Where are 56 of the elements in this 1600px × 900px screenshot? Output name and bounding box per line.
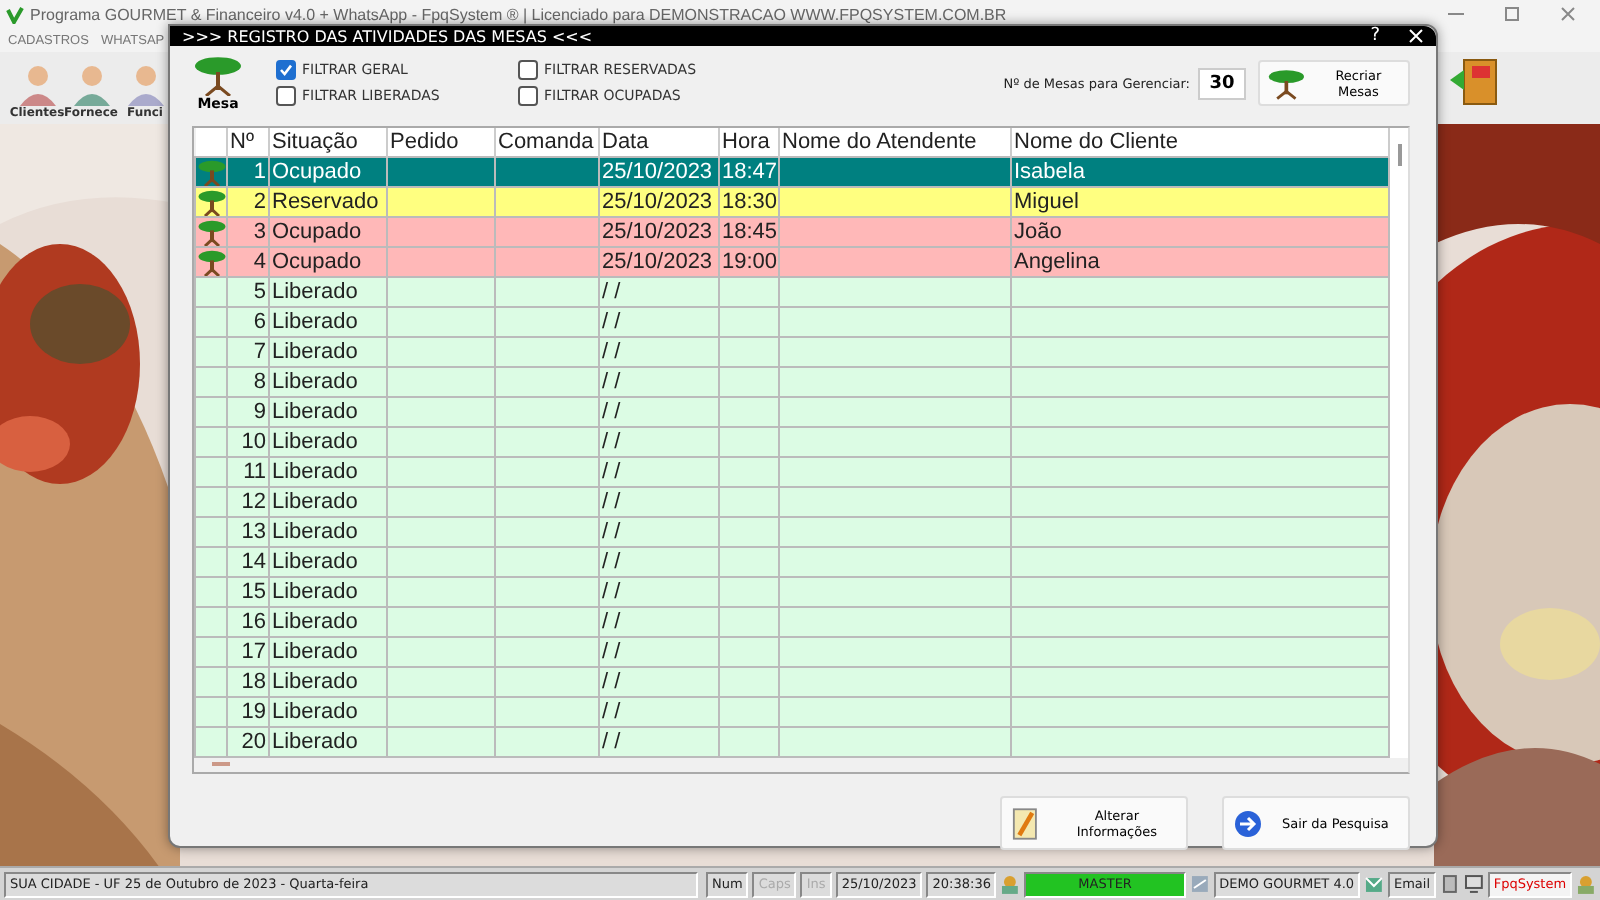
- count-field[interactable]: 30: [1198, 67, 1246, 99]
- pencil-icon: [1012, 805, 1038, 841]
- checkbox[interactable]: [276, 60, 296, 80]
- tree-icon: [197, 159, 225, 185]
- tree-icon: [197, 249, 225, 275]
- scrollbar-thumb[interactable]: [212, 762, 230, 766]
- arrow-right-icon: [1234, 809, 1262, 837]
- column-header[interactable]: Nome do Atendente: [779, 128, 1011, 157]
- column-header[interactable]: Situação: [269, 128, 387, 157]
- tree-icon: [1268, 67, 1305, 99]
- window-title: Programa GOURMET & Financeiro v4.0 + WhatsApp - FpqSystem ® | Licenciado para DEMONSTRACAO WWW.FPQSYSTEM.COM.BR: [30, 5, 1007, 23]
- table-cell: Isabela: [1011, 157, 1389, 187]
- table-row[interactable]: 6 Liberado / /: [195, 307, 1389, 337]
- table-row[interactable]: 19 Liberado / /: [195, 697, 1389, 727]
- app-logo-icon: [6, 5, 24, 23]
- table-row[interactable]: 12 Liberado / /: [195, 487, 1389, 517]
- table-row[interactable]: 18 Liberado / /: [195, 667, 1389, 697]
- checkbox[interactable]: [518, 86, 538, 106]
- table-row[interactable]: 7 Liberado / /: [195, 337, 1389, 367]
- dialog-title: >>> REGISTRO DAS ATIVIDADES DAS MESAS <<<: [182, 27, 593, 45]
- table-row[interactable]: 2 Reservado 25/10/2023 18:30 Miguel: [195, 187, 1389, 217]
- column-header[interactable]: Data: [599, 128, 719, 157]
- table-row[interactable]: 5 Liberado / /: [195, 277, 1389, 307]
- column-header[interactable]: Nome do Cliente: [1011, 128, 1389, 157]
- column-header[interactable]: Comanda: [495, 128, 599, 157]
- table-row[interactable]: 16 Liberado / /: [195, 607, 1389, 637]
- table-row[interactable]: 15 Liberado / /: [195, 577, 1389, 607]
- table-row[interactable]: 11 Liberado / /: [195, 457, 1389, 487]
- scrollbar-thumb[interactable]: [1398, 144, 1402, 166]
- maximize-icon[interactable]: [1504, 6, 1520, 22]
- table-row[interactable]: 4 Ocupado 25/10/2023 19:00 Angelina: [195, 247, 1389, 277]
- column-header[interactable]: Pedido: [387, 128, 495, 157]
- mail-icon: [1364, 874, 1384, 894]
- tree-icon: [197, 189, 225, 215]
- checkbox[interactable]: [518, 60, 538, 80]
- table-cell: 20: [227, 727, 269, 757]
- table-row[interactable]: 17 Liberado / /: [195, 637, 1389, 667]
- help-button[interactable]: ?: [1370, 26, 1380, 46]
- tree-icon: [197, 219, 225, 245]
- table-cell: Liberado: [269, 727, 387, 757]
- table-row[interactable]: 8 Liberado / /: [195, 367, 1389, 397]
- checkbox[interactable]: [276, 86, 296, 106]
- exit-door-icon: [1448, 56, 1500, 108]
- table-row[interactable]: 20 Liberado / /: [195, 727, 1389, 757]
- table-row[interactable]: 3 Ocupado 25/10/2023 18:45 João: [195, 217, 1389, 247]
- table-row[interactable]: 13 Liberado / /: [195, 517, 1389, 547]
- monitor-icon[interactable]: [1463, 874, 1484, 894]
- table-cell: / /: [599, 727, 719, 757]
- table-row[interactable]: 14 Liberado / /: [195, 547, 1389, 577]
- tree-icon: [194, 55, 242, 95]
- column-header[interactable]: Hora: [719, 128, 779, 157]
- table-row[interactable]: 1 Ocupado 25/10/2023 18:47 Isabela: [195, 157, 1389, 187]
- user-icon: [1000, 874, 1021, 894]
- user-icon: [1576, 874, 1596, 894]
- table-row[interactable]: 10 Liberado / /: [195, 427, 1389, 457]
- table-row[interactable]: 9 Liberado / /: [195, 397, 1389, 427]
